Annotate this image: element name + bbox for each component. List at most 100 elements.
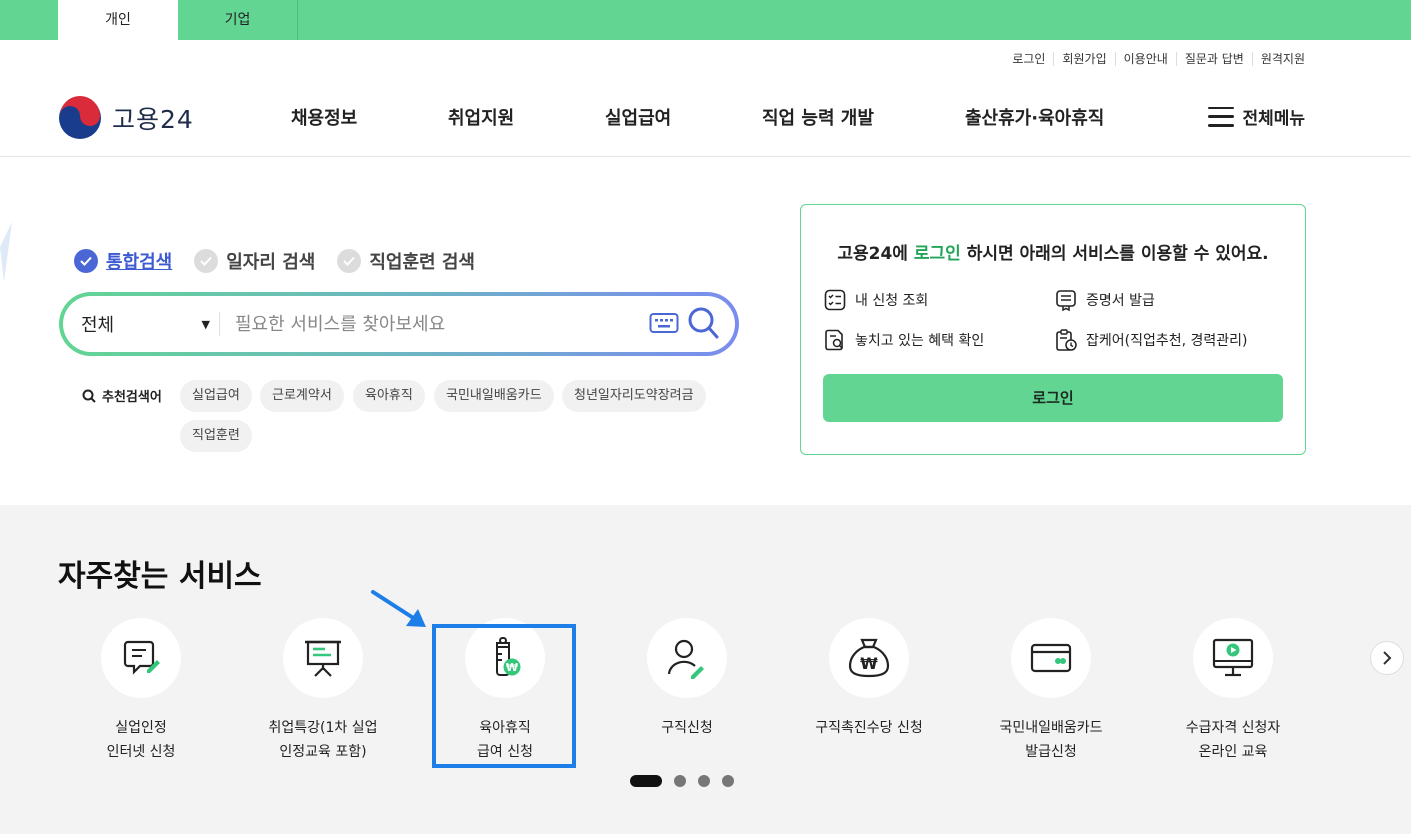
benefit-search-icon [825,329,844,351]
service-learning-card[interactable]: 국민내일배움카드 발급신청 [956,618,1146,764]
nav-employment-support[interactable]: 취업지원 [448,104,514,130]
chevron-right-icon [1383,651,1392,665]
check-icon [337,249,362,273]
nav-maternity-leave[interactable]: 출산휴가·육아휴직 [965,104,1104,130]
title-text: 고용24에 [837,244,914,264]
certificate-icon [1056,290,1076,312]
section-title: 자주찾는 서비스 [58,559,262,594]
document-pen-icon [123,640,160,675]
keyboard-icon[interactable] [649,311,679,335]
nav-job-info[interactable]: 채용정보 [291,104,357,130]
qna-link[interactable]: 질문과 답변 [1175,52,1252,66]
login-button[interactable]: 로그인 [823,374,1283,422]
check-icon [74,249,98,273]
decorative-shape [0,222,12,282]
nav-unemployment-benefit[interactable]: 실업급여 [605,104,671,130]
service-caption: 구직촉진수당 신청 [815,720,923,736]
baby-bottle-won-icon: ₩ [496,637,521,676]
service-label: 증명서 발급 [1086,293,1155,309]
service-caption: 취업특강(1차 실업 인정교육 포함) [268,720,378,760]
search-box-inner: 전체 ▼ [63,296,735,352]
all-menu-label: 전체메뉴 [1242,109,1305,129]
keyword-chip[interactable]: 국민내일배움카드 [434,380,554,412]
monitor-play-icon [1212,638,1254,677]
service-benefit-check[interactable]: 놓치고 있는 혜택 확인 [823,328,984,352]
tab-label: 일자리 검색 [226,252,316,273]
search-icon[interactable] [687,306,719,340]
search-divider [219,312,220,336]
service-label: 놓치고 있는 혜택 확인 [855,333,985,349]
search-input[interactable] [235,306,635,342]
tab-integrated-search[interactable]: 통합검색 [74,248,172,274]
pagination-dot[interactable] [722,775,734,787]
recommended-label: 추천검색어 [82,386,162,405]
carousel-pagination [630,775,746,787]
recommended-label-text: 추천검색어 [102,390,162,405]
svg-text:₩: ₩ [860,654,878,673]
guide-link[interactable]: 이용안내 [1114,52,1176,66]
check-icon [194,249,219,273]
frequent-services-section: 자주찾는 서비스 실업인정 인터넷 신청 취업특강(1차 실업 인정교육 포함)… [0,505,1411,834]
service-icon-circle [283,618,363,698]
service-icon-circle: ₩ [465,618,545,698]
person-pen-icon [667,639,704,679]
keyword-chip[interactable]: 육아휴직 [353,380,425,412]
service-label: 잡케어(직업추천, 경력관리) [1086,333,1248,349]
service-unemployment-recognition[interactable]: 실업인정 인터넷 신청 [46,618,236,764]
service-my-applications[interactable]: 내 신청 조회 [823,288,928,312]
login-card: 고용24에 로그인 하시면 아래의 서비스를 이용할 수 있어요. 내 신청 조… [800,204,1306,455]
pagination-dot[interactable] [698,775,710,787]
service-parental-leave-benefit[interactable]: ₩ 육아휴직 급여 신청 [410,618,600,764]
money-bag-icon: ₩ [848,638,890,678]
pagination-dot[interactable] [630,775,662,787]
nav-skill-development[interactable]: 직업 능력 개발 [762,104,874,130]
service-jobcare[interactable]: 잡케어(직업추천, 경력관리) [1054,328,1248,352]
title-text: 하시면 아래의 서비스를 이용할 수 있어요. [960,244,1269,264]
login-link[interactable]: 로그인 [1004,52,1053,66]
keyword-chip[interactable]: 직업훈련 [180,420,252,452]
service-certificate[interactable]: 증명서 발급 [1054,288,1155,312]
service-caption: 구직신청 [661,720,713,736]
hamburger-icon [1208,106,1235,127]
signup-link[interactable]: 회원가입 [1053,52,1114,66]
tab-personal[interactable]: 개인 [58,0,178,40]
keyword-chip[interactable]: 청년일자리도약장려금 [562,380,706,412]
tab-label: 직업훈련 검색 [369,252,475,273]
tab-job-search[interactable]: 일자리 검색 [194,248,315,274]
svg-text:₩: ₩ [506,661,518,674]
service-job-application[interactable]: 구직신청 [592,618,782,740]
service-icon-circle [647,618,727,698]
keyword-chip[interactable]: 실업급여 [180,380,252,412]
carousel-next-button[interactable] [1370,641,1404,675]
service-online-education[interactable]: 수급자격 신청자 온라인 교육 [1138,618,1328,764]
card-icon [1030,643,1072,673]
service-caption: 국민내일배움카드 발급신청 [999,720,1103,760]
service-caption: 수급자격 신청자 온라인 교육 [1185,720,1281,760]
search-icon [82,389,96,403]
tab-training-search[interactable]: 직업훈련 검색 [337,248,475,274]
search-scope-select[interactable]: 전체 ▼ [81,296,216,352]
service-caption: 육아휴직 급여 신청 [477,720,533,760]
checklist-icon [824,289,846,311]
service-icon-circle [101,618,181,698]
search-box: 전체 ▼ [59,292,739,356]
service-icon-circle [1193,618,1273,698]
remote-support-link[interactable]: 원격지원 [1251,52,1305,66]
main-navigation: 채용정보 취업지원 실업급여 직업 능력 개발 출산휴가·육아휴직 [0,104,1411,134]
service-job-lecture[interactable]: 취업특강(1차 실업 인정교육 포함) [228,618,418,764]
keyword-chip[interactable]: 근로계약서 [260,380,344,412]
caret-down-icon: ▼ [201,317,210,331]
header-divider [0,156,1411,157]
pagination-dot[interactable] [674,775,686,787]
search-type-tabs: 통합검색 일자리 검색 직업훈련 검색 [74,248,497,274]
service-caption: 실업인정 인터넷 신청 [106,720,176,760]
tab-business[interactable]: 기업 [178,0,298,40]
all-menu-button[interactable]: 전체메뉴 [1208,104,1305,129]
service-job-promotion-allowance[interactable]: ₩ 구직촉진수당 신청 [774,618,964,740]
login-card-title: 고용24에 로그인 하시면 아래의 서비스를 이용할 수 있어요. [801,239,1305,264]
title-highlight: 로그인 [913,244,961,264]
utility-links: 로그인 회원가입 이용안내 질문과 답변 원격지원 [1004,52,1305,66]
tab-label: 통합검색 [106,252,173,273]
jobcare-icon [1056,329,1077,351]
search-scope-value: 전체 [81,315,115,336]
